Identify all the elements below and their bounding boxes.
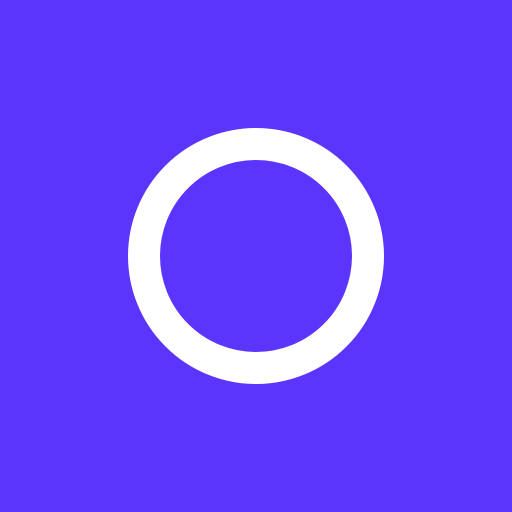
app-icon-background — [0, 0, 512, 512]
ring-icon — [128, 128, 384, 384]
